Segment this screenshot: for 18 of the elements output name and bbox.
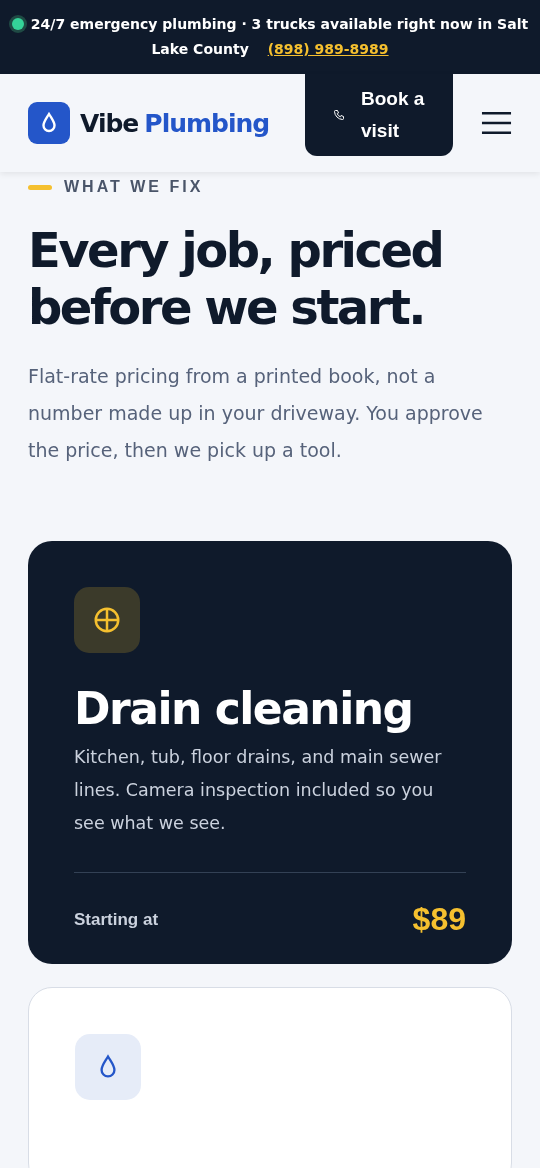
service-price: $89	[412, 901, 466, 938]
brand-name[interactable]: Vibe	[80, 108, 139, 138]
intro-paragraph: Flat-rate pricing from a printed book, not a number made up in your driveway. You approve the price, then we pick up a tool.	[28, 364, 484, 463]
service-description: Kitchen, tub, floor drains, and main sewer lines. Camera inspection included so you see what we see.	[74, 741, 466, 873]
price-label: Starting at	[74, 909, 159, 930]
service-title: Drain cleaning	[74, 682, 414, 736]
brand-name[interactable]: Plumbing	[144, 108, 270, 138]
announcement-text: 24/7 emergency plumbing · 3 trucks available right now in Salt Lake County (898) 989-8989	[30, 16, 529, 57]
crosshair-icon	[74, 587, 140, 653]
menu-icon[interactable]	[481, 111, 512, 135]
section-eyebrow: WHAT WE FIX	[64, 178, 204, 196]
drop-logo-icon[interactable]	[28, 102, 70, 144]
phone-link[interactable]: (898) 989-8989	[267, 41, 389, 57]
accent-bar	[28, 184, 52, 190]
section-title: Every job, priced before we start.	[28, 222, 444, 336]
phone-icon	[333, 109, 345, 121]
drop-icon	[75, 1034, 141, 1100]
book-visit-button[interactable]: Book a visit	[305, 74, 453, 156]
